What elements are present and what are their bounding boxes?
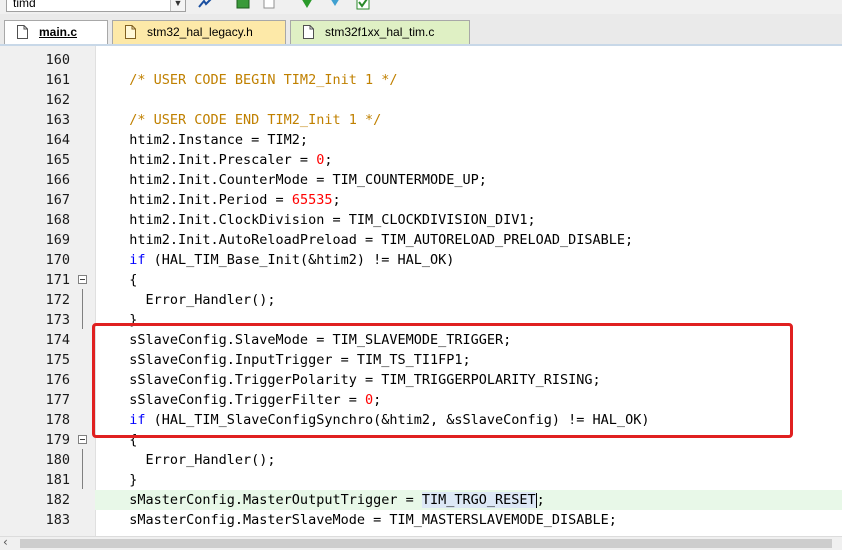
target-select-value: timd	[13, 0, 36, 10]
file-icon	[17, 25, 28, 39]
line-number: 180	[45, 452, 70, 468]
horizontal-scrollbar[interactable]: ‹	[0, 535, 842, 550]
highlight-annotation-box	[92, 323, 793, 438]
code-line: 172 Error_Handler();	[0, 290, 842, 310]
code-text: htim2.Init.AutoReloadPreload = TIM_AUTOR…	[113, 232, 634, 248]
code-line: 181 }	[0, 470, 842, 490]
code-text: htim2.Init.Period = 65535;	[113, 192, 341, 208]
code-line: 167 htim2.Init.Period = 65535;	[0, 190, 842, 210]
code-line: 163 /* USER CODE END TIM2_Init 1 */	[0, 110, 842, 130]
line-number: 170	[45, 252, 70, 268]
line-number: 175	[45, 352, 70, 368]
line-number: 160	[45, 52, 70, 68]
code-line: 180 Error_Handler();	[0, 450, 842, 470]
fold-collapse-icon[interactable]	[78, 435, 87, 444]
code-text: }	[113, 472, 138, 488]
tab-main-c[interactable]: main.c	[4, 20, 108, 44]
line-number: 166	[45, 172, 70, 188]
code-text: /* USER CODE BEGIN TIM2_Init 1 */	[113, 72, 398, 88]
target-select[interactable]: timd ▼	[6, 0, 186, 12]
tab-label: stm32f1xx_hal_tim.c	[325, 25, 435, 39]
code-text: Error_Handler();	[113, 452, 276, 468]
editor-tab-bar: main.c stm32_hal_legacy.h stm32f1xx_hal_…	[0, 14, 842, 46]
code-text: {	[113, 272, 138, 288]
line-number: 183	[45, 512, 70, 528]
line-number: 178	[45, 412, 70, 428]
tab-stm32-hal-legacy-h[interactable]: stm32_hal_legacy.h	[112, 20, 286, 44]
code-line: 168 htim2.Init.ClockDivision = TIM_CLOCK…	[0, 210, 842, 230]
code-text: htim2.Init.ClockDivision = TIM_CLOCKDIVI…	[113, 212, 536, 228]
code-text: /* USER CODE END TIM2_Init 1 */	[113, 112, 382, 128]
scroll-left-icon[interactable]: ‹	[3, 535, 8, 549]
code-line: 170 if (HAL_TIM_Base_Init(&htim2) != HAL…	[0, 250, 842, 270]
line-number: 177	[45, 392, 70, 408]
line-number: 165	[45, 152, 70, 168]
code-line: 162	[0, 90, 842, 110]
tab-stm32f1xx-hal-tim-c[interactable]: stm32f1xx_hal_tim.c	[290, 20, 470, 44]
line-number: 164	[45, 132, 70, 148]
code-line: 165 htim2.Init.Prescaler = 0;	[0, 150, 842, 170]
code-line: 164 htim2.Instance = TIM2;	[0, 130, 842, 150]
code-line: 161 /* USER CODE BEGIN TIM2_Init 1 */	[0, 70, 842, 90]
scrollbar-thumb[interactable]	[20, 539, 832, 548]
line-number: 163	[45, 112, 70, 128]
line-number: 179	[45, 432, 70, 448]
code-line: 183 sMasterConfig.MasterSlaveMode = TIM_…	[0, 510, 842, 530]
debug-icon[interactable]	[328, 0, 342, 10]
pack-installer-icon[interactable]	[236, 0, 250, 10]
tab-label: main.c	[39, 25, 78, 39]
manage-icon[interactable]	[262, 0, 276, 10]
line-number: 161	[45, 72, 70, 88]
code-line-current: 182 sMasterConfig.MasterOutputTrigger = …	[0, 490, 842, 510]
line-number: 176	[45, 372, 70, 388]
line-number: 174	[45, 332, 70, 348]
line-number: 167	[45, 192, 70, 208]
code-line: 169 htim2.Init.AutoReloadPreload = TIM_A…	[0, 230, 842, 250]
line-number: 173	[45, 312, 70, 328]
line-number: 168	[45, 212, 70, 228]
code-line: 171 {	[0, 270, 842, 290]
tab-label: stm32_hal_legacy.h	[147, 25, 253, 39]
code-text: htim2.Instance = TIM2;	[113, 132, 309, 148]
code-text: Error_Handler();	[113, 292, 276, 308]
line-number: 172	[45, 292, 70, 308]
options-icon[interactable]	[198, 0, 212, 10]
download-icon[interactable]	[300, 0, 314, 10]
code-line: 166 htim2.Init.CounterMode = TIM_COUNTER…	[0, 170, 842, 190]
line-number: 169	[45, 232, 70, 248]
code-text: if (HAL_TIM_Base_Init(&htim2) != HAL_OK)	[129, 252, 455, 268]
check-icon[interactable]	[356, 0, 370, 10]
code-line: 160	[0, 50, 842, 70]
line-number: 182	[45, 492, 70, 508]
file-icon	[303, 25, 314, 39]
code-text: sMasterConfig.MasterOutputTrigger = TIM_…	[113, 492, 545, 508]
code-text: htim2.Init.CounterMode = TIM_COUNTERMODE…	[113, 172, 487, 188]
line-number: 181	[45, 472, 70, 488]
line-number: 162	[45, 92, 70, 108]
code-editor[interactable]: 160 161 /* USER CODE BEGIN TIM2_Init 1 *…	[0, 46, 842, 536]
code-text: htim2.Init.Prescaler = 0;	[113, 152, 333, 168]
fold-collapse-icon[interactable]	[78, 275, 87, 284]
chevron-down-icon[interactable]: ▼	[170, 0, 185, 11]
toolbar: timd ▼	[0, 0, 842, 15]
file-icon	[125, 25, 136, 39]
line-number: 171	[45, 272, 70, 288]
code-text: sMasterConfig.MasterSlaveMode = TIM_MAST…	[113, 512, 617, 528]
